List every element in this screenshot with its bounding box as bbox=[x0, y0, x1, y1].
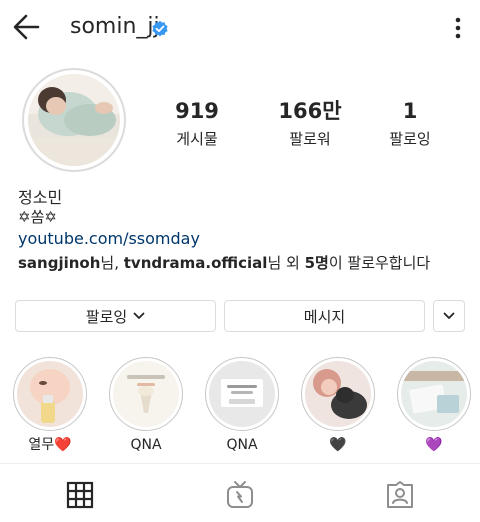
highlight-cover bbox=[205, 357, 279, 431]
tab-bar-divider bbox=[0, 463, 480, 464]
following-count-label: 팔로잉 bbox=[389, 130, 431, 148]
chevron-down-icon bbox=[133, 312, 145, 319]
avatar-photo bbox=[28, 74, 120, 166]
tab-igtv[interactable] bbox=[210, 472, 270, 518]
tab-tagged[interactable] bbox=[370, 472, 430, 518]
story-highlight[interactable]: 🖤 bbox=[299, 357, 377, 454]
highlight-label: QNA bbox=[226, 437, 258, 453]
following-button-label: 팔로잉 bbox=[85, 307, 128, 326]
highlight-cover-image bbox=[17, 361, 83, 427]
more-options-button[interactable] bbox=[448, 14, 468, 42]
followed-by-separator-2: 님 외 bbox=[267, 254, 305, 272]
highlight-label: 💜 bbox=[425, 437, 443, 453]
tagged-icon bbox=[387, 481, 413, 508]
following-count[interactable]: 1 팔로잉 bbox=[355, 98, 465, 149]
followed-by-user-1[interactable]: sangjinoh bbox=[18, 254, 100, 272]
profile-bio: ✡쏨✡ bbox=[18, 208, 57, 226]
highlight-cover bbox=[397, 357, 471, 431]
highlight-cover-image bbox=[209, 361, 275, 427]
followers-count[interactable]: 166만 팔로워 bbox=[255, 98, 365, 149]
story-highlight[interactable]: QNA bbox=[107, 357, 185, 454]
highlight-cover bbox=[301, 357, 375, 431]
tab-posts-grid[interactable] bbox=[50, 472, 110, 518]
posts-count-label: 게시물 bbox=[176, 130, 218, 148]
highlight-label: QNA bbox=[130, 437, 162, 453]
followed-by-suffix: 이 팔로우합니다 bbox=[328, 254, 431, 272]
arrow-left-icon bbox=[13, 14, 40, 40]
highlight-cover-image bbox=[113, 361, 179, 427]
message-button-label: 메시지 bbox=[303, 307, 346, 326]
followed-by-separator-1: 님, bbox=[100, 254, 124, 272]
followers-count-value: 166만 bbox=[278, 99, 342, 123]
profile-username: somin_jj bbox=[70, 14, 160, 39]
highlight-label: 열무❤️ bbox=[28, 437, 72, 453]
story-highlight[interactable]: 💜 bbox=[395, 357, 473, 454]
following-button[interactable]: 팔로잉 bbox=[15, 300, 216, 332]
verified-badge-icon bbox=[151, 20, 169, 38]
posts-count[interactable]: 919 게시물 bbox=[142, 98, 252, 149]
story-highlight[interactable]: 열무❤️ bbox=[11, 357, 89, 454]
highlight-cover bbox=[13, 357, 87, 431]
followed-by-others-count[interactable]: 5명 bbox=[305, 254, 329, 272]
highlight-cover-image bbox=[401, 361, 467, 427]
followed-by-user-2[interactable]: tvndrama.official bbox=[124, 254, 268, 272]
chevron-down-icon bbox=[443, 312, 455, 319]
followers-count-label: 팔로워 bbox=[289, 130, 331, 148]
story-highlight[interactable]: QNA bbox=[203, 357, 281, 454]
followed-by-text[interactable]: sangjinoh님, tvndrama.official님 외 5명이 팔로우… bbox=[18, 252, 430, 273]
suggested-accounts-dropdown[interactable] bbox=[433, 300, 465, 332]
vertical-dots-icon bbox=[455, 17, 461, 39]
profile-website-link[interactable]: youtube.com/ssomday bbox=[18, 229, 200, 248]
message-button[interactable]: 메시지 bbox=[224, 300, 425, 332]
highlight-cover-image bbox=[305, 361, 371, 427]
following-count-value: 1 bbox=[402, 99, 418, 123]
back-button[interactable] bbox=[8, 10, 48, 44]
profile-avatar[interactable] bbox=[22, 68, 126, 172]
posts-count-value: 919 bbox=[175, 99, 219, 123]
igtv-icon bbox=[227, 481, 253, 508]
grid-icon bbox=[66, 481, 94, 509]
highlight-cover bbox=[109, 357, 183, 431]
profile-full-name: 정소민 bbox=[18, 188, 63, 207]
highlight-label: 🖤 bbox=[329, 437, 347, 453]
